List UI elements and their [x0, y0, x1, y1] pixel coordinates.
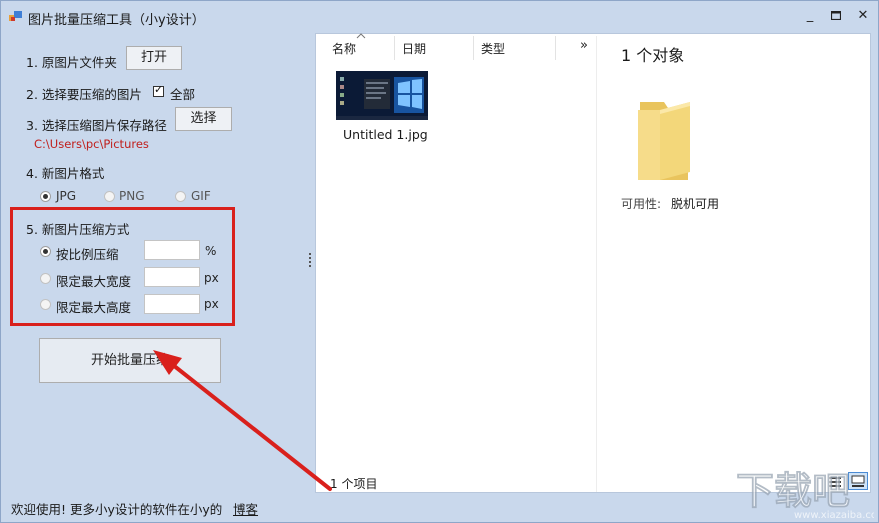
more-columns-icon[interactable]: » — [580, 38, 588, 53]
item-count: 1 个项目 — [330, 477, 378, 491]
maximize-button[interactable] — [823, 6, 849, 26]
scale-input[interactable] — [144, 240, 200, 260]
scale-radio[interactable] — [40, 246, 51, 257]
column-date-header[interactable]: 日期 — [402, 40, 426, 57]
format-label: 4. 新图片格式 — [26, 166, 105, 181]
open-button[interactable]: 打开 — [126, 46, 182, 70]
jpg-label: JPG — [56, 189, 77, 203]
max-height-radio[interactable] — [40, 299, 51, 310]
watermark-logo-icon: 下载吧 www.xiazaiba.com — [736, 469, 874, 520]
max-width-input[interactable] — [144, 267, 200, 287]
folder-icon — [638, 102, 690, 180]
app-window: 图片批量压缩工具（小y设计） _ ✕ 1. 原图片文件夹 打开 2. 选择要压缩… — [0, 0, 879, 523]
gif-label: GIF — [191, 189, 211, 203]
choose-path-button[interactable]: 选择 — [175, 107, 232, 131]
availability-label: 可用性: — [621, 197, 662, 211]
column-divider[interactable] — [555, 36, 556, 60]
png-label: PNG — [119, 189, 145, 203]
maximize-icon — [830, 10, 842, 21]
max-width-radio[interactable] — [40, 273, 51, 284]
svg-text:www.xiazaiba.com: www.xiazaiba.com — [794, 510, 874, 520]
select-images-label: 2. 选择要压缩的图片 — [26, 87, 142, 102]
minimize-button[interactable]: _ — [797, 6, 823, 26]
scale-label: 按比例压缩 — [56, 247, 119, 262]
checkmark-icon: ✓ — [154, 83, 164, 96]
title-bar: 图片批量压缩工具（小y设计） _ ✕ — [1, 1, 878, 33]
max-height-input[interactable] — [144, 294, 200, 314]
svg-text:下载吧: 下载吧 — [736, 469, 850, 513]
jpg-radio[interactable] — [40, 191, 51, 202]
save-path-label: 3. 选择压缩图片保存路径 — [26, 118, 167, 133]
file-name[interactable]: Untitled 1.jpg — [343, 127, 428, 142]
details-title: 1 个对象 — [621, 46, 685, 65]
column-name-header[interactable]: 名称 — [332, 40, 356, 57]
column-divider[interactable] — [394, 36, 395, 60]
screenshot-thumbnail-icon — [336, 71, 428, 120]
blog-link[interactable]: 博客 — [233, 499, 258, 518]
splitter-handle[interactable] — [309, 253, 312, 269]
compress-mode-label: 5. 新图片压缩方式 — [26, 222, 130, 237]
select-all-checkbox[interactable]: ✓ — [153, 83, 164, 97]
source-folder-label: 1. 原图片文件夹 — [26, 55, 117, 70]
save-path-value: C:\Users\pc\Pictures — [34, 137, 149, 151]
close-button[interactable]: ✕ — [850, 6, 876, 26]
max-width-unit: px — [204, 271, 219, 285]
window-title: 图片批量压缩工具（小y设计） — [28, 13, 205, 28]
select-all-label: 全部 — [170, 87, 196, 102]
gif-radio[interactable] — [175, 191, 186, 202]
max-height-unit: px — [204, 297, 219, 311]
file-thumbnail[interactable] — [336, 71, 428, 120]
status-message: 欢迎使用! 更多小y设计的软件在小y的 — [11, 502, 223, 517]
file-explorer-pane: 名称 日期 类型 » Untitled 1.jpg 1 个对象 可用性: 脱机可… — [315, 33, 871, 493]
scale-unit: % — [205, 244, 217, 258]
column-type-header[interactable]: 类型 — [481, 40, 505, 57]
png-radio[interactable] — [104, 191, 115, 202]
details-divider — [596, 36, 597, 492]
column-divider[interactable] — [473, 36, 474, 60]
start-compress-button[interactable]: 开始批量压缩 — [39, 338, 221, 383]
availability-value: 脱机可用 — [671, 197, 720, 211]
max-width-label: 限定最大宽度 — [56, 274, 132, 289]
app-icon — [9, 11, 22, 21]
max-height-label: 限定最大高度 — [56, 300, 132, 315]
sort-up-icon — [356, 33, 366, 39]
